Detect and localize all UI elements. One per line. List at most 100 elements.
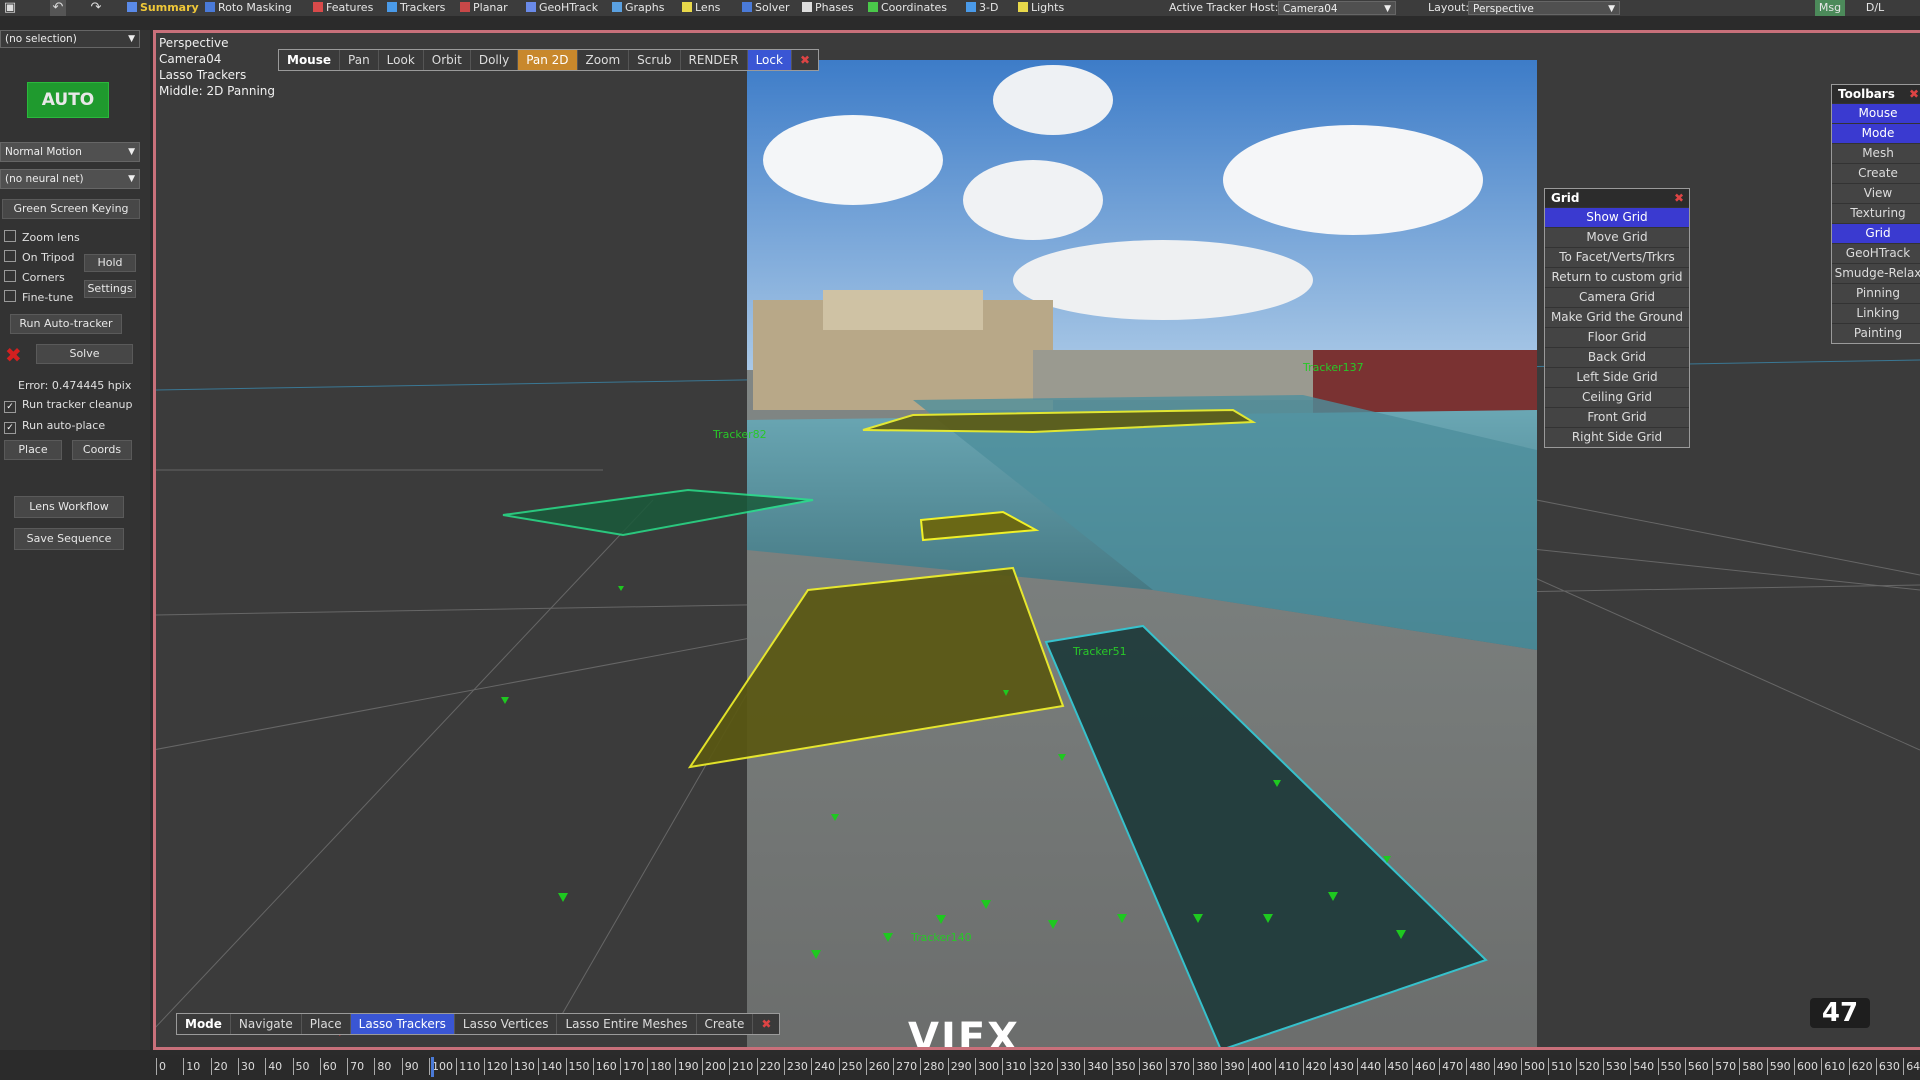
- save-icon[interactable]: ▣: [2, 0, 18, 16]
- timeline-tick: 570: [1712, 1058, 1736, 1075]
- toolbars-menu-item[interactable]: GeoHTrack: [1832, 243, 1920, 263]
- current-frame-marker[interactable]: [431, 1057, 434, 1077]
- corners-checkbox[interactable]: Corners: [4, 270, 65, 284]
- grid-menu-item[interactable]: Return to custom grid: [1545, 267, 1689, 287]
- msg-button[interactable]: Msg: [1815, 0, 1845, 16]
- room-tab-summary[interactable]: Summary: [127, 0, 199, 16]
- grid-menu-item[interactable]: Make Grid the Ground: [1545, 307, 1689, 327]
- layout-select[interactable]: Perspective ▼: [1468, 1, 1620, 15]
- toolbars-panel: Toolbars ✖ Mouse Mode Mesh Create View Texturi…: [1831, 84, 1920, 344]
- toolbars-menu-item[interactable]: Mesh: [1832, 143, 1920, 163]
- pan-2d-button[interactable]: Pan 2D: [518, 50, 578, 70]
- zoom-button[interactable]: Zoom: [578, 50, 630, 70]
- room-tab-lights[interactable]: Lights: [1018, 0, 1064, 16]
- tracker-host-select[interactable]: Camera04 ▼: [1278, 1, 1396, 15]
- room-tab-3-d[interactable]: 3-D: [966, 0, 998, 16]
- room-tab-roto-masking[interactable]: Roto Masking: [205, 0, 292, 16]
- timeline-tick: 330: [1056, 1058, 1081, 1075]
- room-tab-geohtrack[interactable]: GeoHTrack: [526, 0, 598, 16]
- room-tab-lens[interactable]: Lens: [682, 0, 720, 16]
- undo-icon[interactable]: ↶: [50, 0, 66, 16]
- redo-icon[interactable]: ↷: [88, 0, 104, 16]
- fine-tune-checkbox[interactable]: Fine-tune: [4, 290, 73, 304]
- auto-button[interactable]: AUTO: [27, 82, 109, 118]
- pan-button[interactable]: Pan: [340, 50, 379, 70]
- run-auto-tracker-button[interactable]: Run Auto-tracker: [10, 314, 122, 334]
- room-tab-coordinates[interactable]: Coordinates: [868, 0, 947, 16]
- timeline-tick: 460: [1411, 1058, 1436, 1075]
- frame-counter: 47: [1810, 998, 1870, 1028]
- mode-label: Mode: [177, 1014, 231, 1034]
- room-tab-solver[interactable]: Solver: [742, 0, 790, 16]
- lasso-trackers-button[interactable]: Lasso Trackers: [350, 1014, 455, 1034]
- grid-menu-item[interactable]: Left Side Grid: [1545, 367, 1689, 387]
- grid-menu-item[interactable]: Move Grid: [1545, 227, 1689, 247]
- toolbars-menu-item[interactable]: Painting: [1832, 323, 1920, 343]
- toolbars-menu-item[interactable]: Mode: [1832, 123, 1920, 143]
- perspective-viewport[interactable]: Tracker137 Tracker140 Tracker82 Tracker5…: [153, 30, 1920, 1050]
- motion-select[interactable]: Normal Motion ▼: [0, 142, 140, 162]
- green-screen-button[interactable]: Green Screen Keying: [2, 199, 140, 219]
- grid-menu-item[interactable]: To Facet/Verts/Trkrs: [1545, 247, 1689, 267]
- timeline-tick: 110: [456, 1058, 480, 1075]
- place-mode-button[interactable]: Place: [302, 1014, 351, 1034]
- timeline-tick: 300: [975, 1058, 999, 1075]
- toolbars-menu-item[interactable]: Grid: [1832, 223, 1920, 243]
- room-tab-features[interactable]: Features: [313, 0, 373, 16]
- toolbars-menu-item[interactable]: Texturing: [1832, 203, 1920, 223]
- room-tab-graphs[interactable]: Graphs: [612, 0, 664, 16]
- grid-menu-item[interactable]: Right Side Grid: [1545, 427, 1689, 447]
- dl-button[interactable]: D/L: [1860, 0, 1890, 16]
- grid-panel-header[interactable]: Grid ✖: [1545, 189, 1689, 207]
- coords-button[interactable]: Coords: [72, 440, 132, 460]
- orbit-button[interactable]: Orbit: [424, 50, 471, 70]
- place-button[interactable]: Place: [4, 440, 62, 460]
- close-icon[interactable]: ✖: [1674, 189, 1684, 207]
- room-tab-trackers[interactable]: Trackers: [387, 0, 445, 16]
- selection-select[interactable]: (no selection) ▼: [0, 30, 140, 48]
- lasso-entire-meshes-button[interactable]: Lasso Entire Meshes: [557, 1014, 697, 1034]
- timeline-tick: 400: [1248, 1058, 1272, 1075]
- grid-menu-item[interactable]: Camera Grid: [1545, 287, 1689, 307]
- toolbars-menu-item[interactable]: Mouse: [1832, 103, 1920, 123]
- room-tab-planar[interactable]: Planar: [460, 0, 508, 16]
- close-icon[interactable]: ✖: [1909, 85, 1919, 103]
- dolly-button[interactable]: Dolly: [471, 50, 519, 70]
- toolbars-menu-item[interactable]: Pinning: [1832, 283, 1920, 303]
- neural-net-select[interactable]: (no neural net) ▼: [0, 169, 140, 189]
- grid-menu-item[interactable]: Back Grid: [1545, 347, 1689, 367]
- look-button[interactable]: Look: [379, 50, 424, 70]
- navigate-button[interactable]: Navigate: [231, 1014, 302, 1034]
- tracker-label: Tracker51: [1072, 645, 1127, 658]
- render-button[interactable]: RENDER: [681, 50, 748, 70]
- settings-button[interactable]: Settings: [84, 280, 136, 298]
- tracker-host-label: Active Tracker Host:: [1169, 1, 1279, 14]
- save-sequence-button[interactable]: Save Sequence: [14, 528, 124, 550]
- toolbars-menu-item[interactable]: Linking: [1832, 303, 1920, 323]
- run-tracker-cleanup-checkbox[interactable]: ✓ Run tracker cleanup: [4, 398, 133, 413]
- toolbars-menu-item[interactable]: View: [1832, 183, 1920, 203]
- timeline-tick: 30: [237, 1058, 255, 1075]
- toolbars-menu-item[interactable]: Smudge-Relax: [1832, 263, 1920, 283]
- timeline-tick: 60: [319, 1058, 337, 1075]
- solve-button[interactable]: Solve: [36, 344, 133, 364]
- create-button[interactable]: Create: [697, 1014, 754, 1034]
- toolbars-panel-header[interactable]: Toolbars ✖: [1832, 85, 1920, 103]
- toolbars-menu-item[interactable]: Create: [1832, 163, 1920, 183]
- room-tab-phases[interactable]: Phases: [802, 0, 854, 16]
- on-tripod-checkbox[interactable]: On Tripod: [4, 250, 75, 264]
- grid-menu-item[interactable]: Front Grid: [1545, 407, 1689, 427]
- grid-menu-item[interactable]: Floor Grid: [1545, 327, 1689, 347]
- lasso-vertices-button[interactable]: Lasso Vertices: [455, 1014, 558, 1034]
- scrub-button[interactable]: Scrub: [629, 50, 681, 70]
- grid-menu-item[interactable]: Ceiling Grid: [1545, 387, 1689, 407]
- zoom-lens-checkbox[interactable]: Zoom lens: [4, 230, 80, 244]
- close-icon[interactable]: ✖: [753, 1014, 779, 1034]
- hold-button[interactable]: Hold: [84, 254, 136, 272]
- lens-workflow-button[interactable]: Lens Workflow: [14, 496, 124, 518]
- lock-button[interactable]: Lock: [747, 50, 792, 70]
- grid-menu-item[interactable]: Show Grid: [1545, 207, 1689, 227]
- close-icon[interactable]: ✖: [792, 50, 818, 70]
- run-auto-place-checkbox[interactable]: ✓ Run auto-place: [4, 419, 105, 434]
- timeline-bar[interactable]: 0 10 20 30 40 50 60 70 80 90 100 110 120 130 140 150 160…: [150, 1055, 1920, 1080]
